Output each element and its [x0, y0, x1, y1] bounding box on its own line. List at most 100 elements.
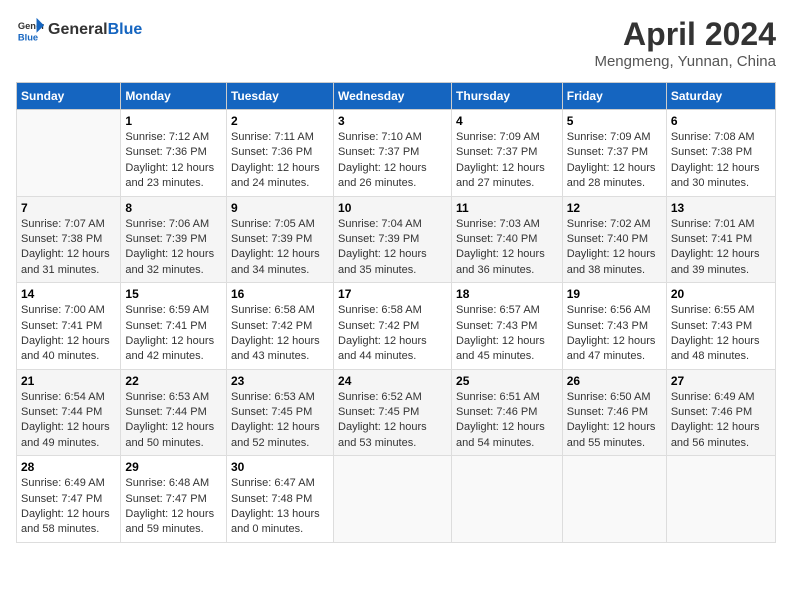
calendar-cell: 24 Sunrise: 6:52 AM Sunset: 7:45 PM Dayl…	[334, 369, 452, 456]
sunrise-text: Sunrise: 6:47 AM	[231, 476, 329, 491]
cell-content: Sunrise: 7:08 AM Sunset: 7:38 PM Dayligh…	[671, 130, 771, 192]
sunset-text: Sunset: 7:44 PM	[125, 405, 222, 420]
sunset-text: Sunset: 7:36 PM	[231, 145, 329, 160]
daylight-text: Daylight: 12 hours and 31 minutes.	[21, 247, 116, 278]
daylight-text: Daylight: 12 hours and 50 minutes.	[125, 420, 222, 451]
sunset-text: Sunset: 7:45 PM	[338, 405, 447, 420]
sunset-text: Sunset: 7:48 PM	[231, 492, 329, 507]
sunset-text: Sunset: 7:40 PM	[567, 232, 662, 247]
calendar-cell: 15 Sunrise: 6:59 AM Sunset: 7:41 PM Dayl…	[121, 283, 227, 370]
header-monday: Monday	[121, 83, 227, 110]
calendar-cell: 29 Sunrise: 6:48 AM Sunset: 7:47 PM Dayl…	[121, 456, 227, 543]
daylight-text: Daylight: 12 hours and 28 minutes.	[567, 161, 662, 192]
calendar-cell: 11 Sunrise: 7:03 AM Sunset: 7:40 PM Dayl…	[452, 196, 563, 283]
day-number: 28	[21, 460, 116, 474]
sunset-text: Sunset: 7:39 PM	[231, 232, 329, 247]
cell-content: Sunrise: 6:58 AM Sunset: 7:42 PM Dayligh…	[231, 303, 329, 365]
sunrise-text: Sunrise: 7:02 AM	[567, 217, 662, 232]
sunrise-text: Sunrise: 7:07 AM	[21, 217, 116, 232]
day-number: 27	[671, 374, 771, 388]
week-row-3: 14 Sunrise: 7:00 AM Sunset: 7:41 PM Dayl…	[17, 283, 776, 370]
daylight-text: Daylight: 12 hours and 35 minutes.	[338, 247, 447, 278]
sunset-text: Sunset: 7:38 PM	[671, 145, 771, 160]
calendar-cell	[334, 456, 452, 543]
calendar-cell: 2 Sunrise: 7:11 AM Sunset: 7:36 PM Dayli…	[226, 110, 333, 197]
cell-content: Sunrise: 6:51 AM Sunset: 7:46 PM Dayligh…	[456, 390, 558, 452]
calendar-cell: 21 Sunrise: 6:54 AM Sunset: 7:44 PM Dayl…	[17, 369, 121, 456]
calendar-table: SundayMondayTuesdayWednesdayThursdayFrid…	[16, 82, 776, 543]
calendar-cell: 5 Sunrise: 7:09 AM Sunset: 7:37 PM Dayli…	[562, 110, 666, 197]
page-header: General Blue General Blue April 2024 Men…	[16, 16, 776, 70]
daylight-text: Daylight: 12 hours and 56 minutes.	[671, 420, 771, 451]
calendar-cell: 25 Sunrise: 6:51 AM Sunset: 7:46 PM Dayl…	[452, 369, 563, 456]
cell-content: Sunrise: 6:58 AM Sunset: 7:42 PM Dayligh…	[338, 303, 447, 365]
sunrise-text: Sunrise: 6:51 AM	[456, 390, 558, 405]
sunrise-text: Sunrise: 6:48 AM	[125, 476, 222, 491]
calendar-cell: 4 Sunrise: 7:09 AM Sunset: 7:37 PM Dayli…	[452, 110, 563, 197]
sunset-text: Sunset: 7:40 PM	[456, 232, 558, 247]
calendar-cell	[562, 456, 666, 543]
daylight-text: Daylight: 12 hours and 24 minutes.	[231, 161, 329, 192]
header-wednesday: Wednesday	[334, 83, 452, 110]
sunset-text: Sunset: 7:42 PM	[338, 319, 447, 334]
day-number: 3	[338, 114, 447, 128]
daylight-text: Daylight: 12 hours and 55 minutes.	[567, 420, 662, 451]
cell-content: Sunrise: 7:09 AM Sunset: 7:37 PM Dayligh…	[567, 130, 662, 192]
calendar-cell: 20 Sunrise: 6:55 AM Sunset: 7:43 PM Dayl…	[666, 283, 775, 370]
daylight-text: Daylight: 12 hours and 23 minutes.	[125, 161, 222, 192]
daylight-text: Daylight: 12 hours and 53 minutes.	[338, 420, 447, 451]
calendar-cell: 30 Sunrise: 6:47 AM Sunset: 7:48 PM Dayl…	[226, 456, 333, 543]
sunset-text: Sunset: 7:39 PM	[338, 232, 447, 247]
daylight-text: Daylight: 12 hours and 32 minutes.	[125, 247, 222, 278]
day-number: 29	[125, 460, 222, 474]
week-row-1: 1 Sunrise: 7:12 AM Sunset: 7:36 PM Dayli…	[17, 110, 776, 197]
sunrise-text: Sunrise: 6:54 AM	[21, 390, 116, 405]
daylight-text: Daylight: 12 hours and 45 minutes.	[456, 334, 558, 365]
calendar-cell: 19 Sunrise: 6:56 AM Sunset: 7:43 PM Dayl…	[562, 283, 666, 370]
cell-content: Sunrise: 7:10 AM Sunset: 7:37 PM Dayligh…	[338, 130, 447, 192]
day-number: 24	[338, 374, 447, 388]
calendar-cell: 1 Sunrise: 7:12 AM Sunset: 7:36 PM Dayli…	[121, 110, 227, 197]
sunrise-text: Sunrise: 6:58 AM	[338, 303, 447, 318]
daylight-text: Daylight: 12 hours and 52 minutes.	[231, 420, 329, 451]
cell-content: Sunrise: 6:49 AM Sunset: 7:46 PM Dayligh…	[671, 390, 771, 452]
cell-content: Sunrise: 6:48 AM Sunset: 7:47 PM Dayligh…	[125, 476, 222, 538]
cell-content: Sunrise: 7:04 AM Sunset: 7:39 PM Dayligh…	[338, 217, 447, 279]
sunrise-text: Sunrise: 7:10 AM	[338, 130, 447, 145]
day-number: 1	[125, 114, 222, 128]
day-number: 13	[671, 201, 771, 215]
sunset-text: Sunset: 7:45 PM	[231, 405, 329, 420]
daylight-text: Daylight: 12 hours and 48 minutes.	[671, 334, 771, 365]
calendar-cell: 26 Sunrise: 6:50 AM Sunset: 7:46 PM Dayl…	[562, 369, 666, 456]
day-number: 25	[456, 374, 558, 388]
daylight-text: Daylight: 12 hours and 39 minutes.	[671, 247, 771, 278]
sunset-text: Sunset: 7:43 PM	[671, 319, 771, 334]
sunrise-text: Sunrise: 7:08 AM	[671, 130, 771, 145]
daylight-text: Daylight: 12 hours and 58 minutes.	[21, 507, 116, 538]
sunrise-text: Sunrise: 6:49 AM	[671, 390, 771, 405]
day-number: 11	[456, 201, 558, 215]
daylight-text: Daylight: 13 hours and 0 minutes.	[231, 507, 329, 538]
day-number: 23	[231, 374, 329, 388]
cell-content: Sunrise: 7:00 AM Sunset: 7:41 PM Dayligh…	[21, 303, 116, 365]
cell-content: Sunrise: 7:09 AM Sunset: 7:37 PM Dayligh…	[456, 130, 558, 192]
daylight-text: Daylight: 12 hours and 49 minutes.	[21, 420, 116, 451]
daylight-text: Daylight: 12 hours and 43 minutes.	[231, 334, 329, 365]
cell-content: Sunrise: 6:56 AM Sunset: 7:43 PM Dayligh…	[567, 303, 662, 365]
sunrise-text: Sunrise: 7:00 AM	[21, 303, 116, 318]
day-number: 30	[231, 460, 329, 474]
sunset-text: Sunset: 7:46 PM	[671, 405, 771, 420]
sunrise-text: Sunrise: 7:06 AM	[125, 217, 222, 232]
calendar-cell: 14 Sunrise: 7:00 AM Sunset: 7:41 PM Dayl…	[17, 283, 121, 370]
day-number: 14	[21, 287, 116, 301]
calendar-cell: 18 Sunrise: 6:57 AM Sunset: 7:43 PM Dayl…	[452, 283, 563, 370]
calendar-cell	[666, 456, 775, 543]
cell-content: Sunrise: 7:06 AM Sunset: 7:39 PM Dayligh…	[125, 217, 222, 279]
header-saturday: Saturday	[666, 83, 775, 110]
calendar-cell: 12 Sunrise: 7:02 AM Sunset: 7:40 PM Dayl…	[562, 196, 666, 283]
subtitle: Mengmeng, Yunnan, China	[594, 53, 776, 70]
svg-text:Blue: Blue	[18, 32, 38, 42]
cell-content: Sunrise: 7:02 AM Sunset: 7:40 PM Dayligh…	[567, 217, 662, 279]
daylight-text: Daylight: 12 hours and 30 minutes.	[671, 161, 771, 192]
cell-content: Sunrise: 6:54 AM Sunset: 7:44 PM Dayligh…	[21, 390, 116, 452]
